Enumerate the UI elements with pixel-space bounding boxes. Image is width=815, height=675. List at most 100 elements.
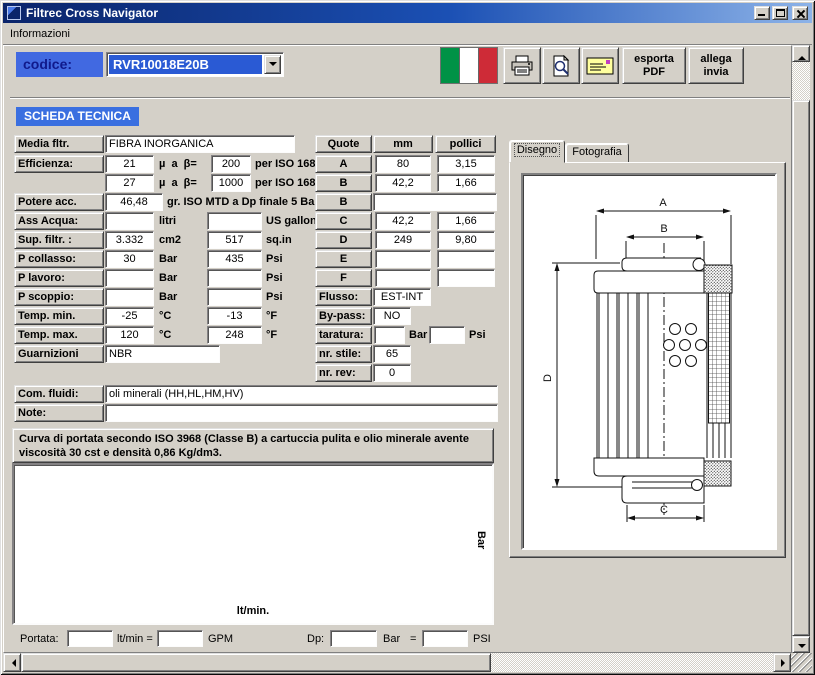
- bypass-field[interactable]: [373, 307, 411, 325]
- portata-input[interactable]: [67, 630, 113, 647]
- ass-acqua-gallon-field[interactable]: [207, 212, 262, 230]
- efficienza2-micron-field[interactable]: [105, 174, 154, 192]
- maximize-button[interactable]: [772, 6, 788, 20]
- quote-b2-wide-field[interactable]: [373, 193, 497, 211]
- dp-label: Dp:: [307, 631, 324, 648]
- quote-d-pollici-field[interactable]: [437, 231, 495, 249]
- p-collasso-psi-field[interactable]: [207, 250, 262, 268]
- psi-input[interactable]: [422, 630, 468, 647]
- taratura-psi-field[interactable]: [429, 326, 465, 344]
- esporta-pdf-button[interactable]: esporta PDF: [622, 47, 686, 84]
- close-button[interactable]: [792, 6, 808, 20]
- p-scoppio-psi-field[interactable]: [207, 288, 262, 306]
- unit-mu-beta: µ a β=: [159, 155, 197, 173]
- efficienza-beta-field[interactable]: [211, 155, 251, 173]
- quote-a-mm-field[interactable]: [375, 155, 431, 173]
- titlebar[interactable]: Filtrec Cross Navigator: [3, 3, 812, 23]
- tab-disegno[interactable]: Disegno: [509, 140, 565, 163]
- label-ass-acqua: Ass Acqua:: [14, 212, 104, 230]
- quote-b-pollici-field[interactable]: [437, 174, 495, 192]
- sup-filtr-sqin-field[interactable]: [207, 231, 262, 249]
- chart-title: Curva di portata secondo ISO 3968 (Class…: [12, 428, 494, 463]
- quote-a-pollici-field[interactable]: [437, 155, 495, 173]
- unit-fahrenheit-1: °F: [266, 307, 277, 325]
- label-guarnizioni: Guarnizioni: [14, 345, 104, 363]
- label-nr-stile: nr. stile:: [315, 345, 372, 363]
- combobox-dropdown-button[interactable]: [264, 55, 281, 74]
- guarnizioni-field[interactable]: [105, 345, 220, 363]
- p-lavoro-bar-field[interactable]: [105, 269, 154, 287]
- horizontal-scrollbar[interactable]: [3, 653, 791, 672]
- unit-mu-beta-2: µ a β=: [159, 174, 197, 192]
- preview-button[interactable]: [542, 47, 580, 84]
- scroll-up-button[interactable]: [792, 45, 810, 62]
- dim-label-c: C: [660, 504, 668, 516]
- dp-input[interactable]: [330, 630, 377, 647]
- potere-acc-field[interactable]: [105, 193, 163, 211]
- toolbar-separator: [10, 97, 790, 99]
- minimize-button[interactable]: [754, 6, 770, 20]
- quote-e-pollici-field[interactable]: [437, 250, 495, 268]
- unit-psi-3: Psi: [266, 288, 283, 306]
- quote-c-mm-field[interactable]: [375, 212, 431, 230]
- p-collasso-bar-field[interactable]: [105, 250, 154, 268]
- mm-header: mm: [373, 135, 433, 153]
- com-fluidi-field[interactable]: [105, 385, 498, 403]
- menu-informazioni[interactable]: Informazioni: [3, 26, 77, 42]
- portata-label: Portata:: [20, 631, 59, 648]
- media-fltr-field[interactable]: [105, 135, 295, 153]
- temp-max-f-field[interactable]: [207, 326, 262, 344]
- maximize-icon: [776, 9, 785, 17]
- temp-min-c-field[interactable]: [105, 307, 154, 325]
- app-icon[interactable]: [7, 6, 21, 20]
- allega-invia-button[interactable]: allega invia: [688, 47, 744, 84]
- label-p-collasso: P collasso:: [14, 250, 104, 268]
- nr-rev-field[interactable]: [373, 364, 411, 382]
- dim-label-a: A: [659, 197, 667, 209]
- unit-litri: litri: [159, 212, 176, 230]
- italian-flag-button[interactable]: [440, 47, 498, 84]
- ass-acqua-litri-field[interactable]: [105, 212, 154, 230]
- quote-row-f-label: F: [315, 269, 372, 287]
- quote-c-pollici-field[interactable]: [437, 212, 495, 230]
- quote-e-mm-field[interactable]: [375, 250, 431, 268]
- taratura-bar-field[interactable]: [374, 326, 405, 344]
- label-potere-acc: Potere acc.: [14, 193, 104, 211]
- resize-grip[interactable]: [791, 653, 812, 672]
- label-media-fltr: Media fltr.: [14, 135, 104, 153]
- horizontal-scroll-thumb[interactable]: [21, 653, 491, 672]
- scroll-right-button[interactable]: [773, 653, 791, 672]
- label-note: Note:: [14, 404, 104, 422]
- quote-d-mm-field[interactable]: [375, 231, 431, 249]
- menubar: Informazioni: [3, 23, 812, 45]
- temp-max-c-field[interactable]: [105, 326, 154, 344]
- tab-fotografia[interactable]: Fotografia: [565, 143, 629, 163]
- efficienza-micron-field[interactable]: [105, 155, 154, 173]
- label-temp-min: Temp. min.: [14, 307, 104, 325]
- label-taratura: taratura:: [315, 326, 372, 344]
- filter-technical-drawing: A B C D: [523, 175, 775, 548]
- p-scoppio-bar-field[interactable]: [105, 288, 154, 306]
- bar-label: Bar: [383, 631, 400, 648]
- efficienza2-beta-field[interactable]: [211, 174, 251, 192]
- gpm-input[interactable]: [157, 630, 203, 647]
- scroll-left-button[interactable]: [3, 653, 21, 672]
- quote-header: Quote: [315, 135, 372, 153]
- quote-f-mm-field[interactable]: [375, 269, 431, 287]
- codice-combobox[interactable]: RVR10018E20B: [106, 52, 284, 77]
- note-field[interactable]: [105, 404, 498, 422]
- pollici-header: pollici: [435, 135, 496, 153]
- vertical-scrollbar[interactable]: [792, 45, 810, 653]
- vertical-scroll-thumb[interactable]: [792, 100, 810, 636]
- print-button[interactable]: [503, 47, 541, 84]
- scroll-down-button[interactable]: [792, 636, 810, 653]
- arrow-up-icon: [798, 52, 806, 60]
- temp-min-f-field[interactable]: [207, 307, 262, 325]
- flusso-field[interactable]: [373, 288, 431, 306]
- sup-filtr-cm2-field[interactable]: [105, 231, 154, 249]
- p-lavoro-psi-field[interactable]: [207, 269, 262, 287]
- mail-button[interactable]: [581, 47, 619, 84]
- quote-f-pollici-field[interactable]: [437, 269, 495, 287]
- nr-stile-field[interactable]: [373, 345, 411, 363]
- quote-b-mm-field[interactable]: [375, 174, 431, 192]
